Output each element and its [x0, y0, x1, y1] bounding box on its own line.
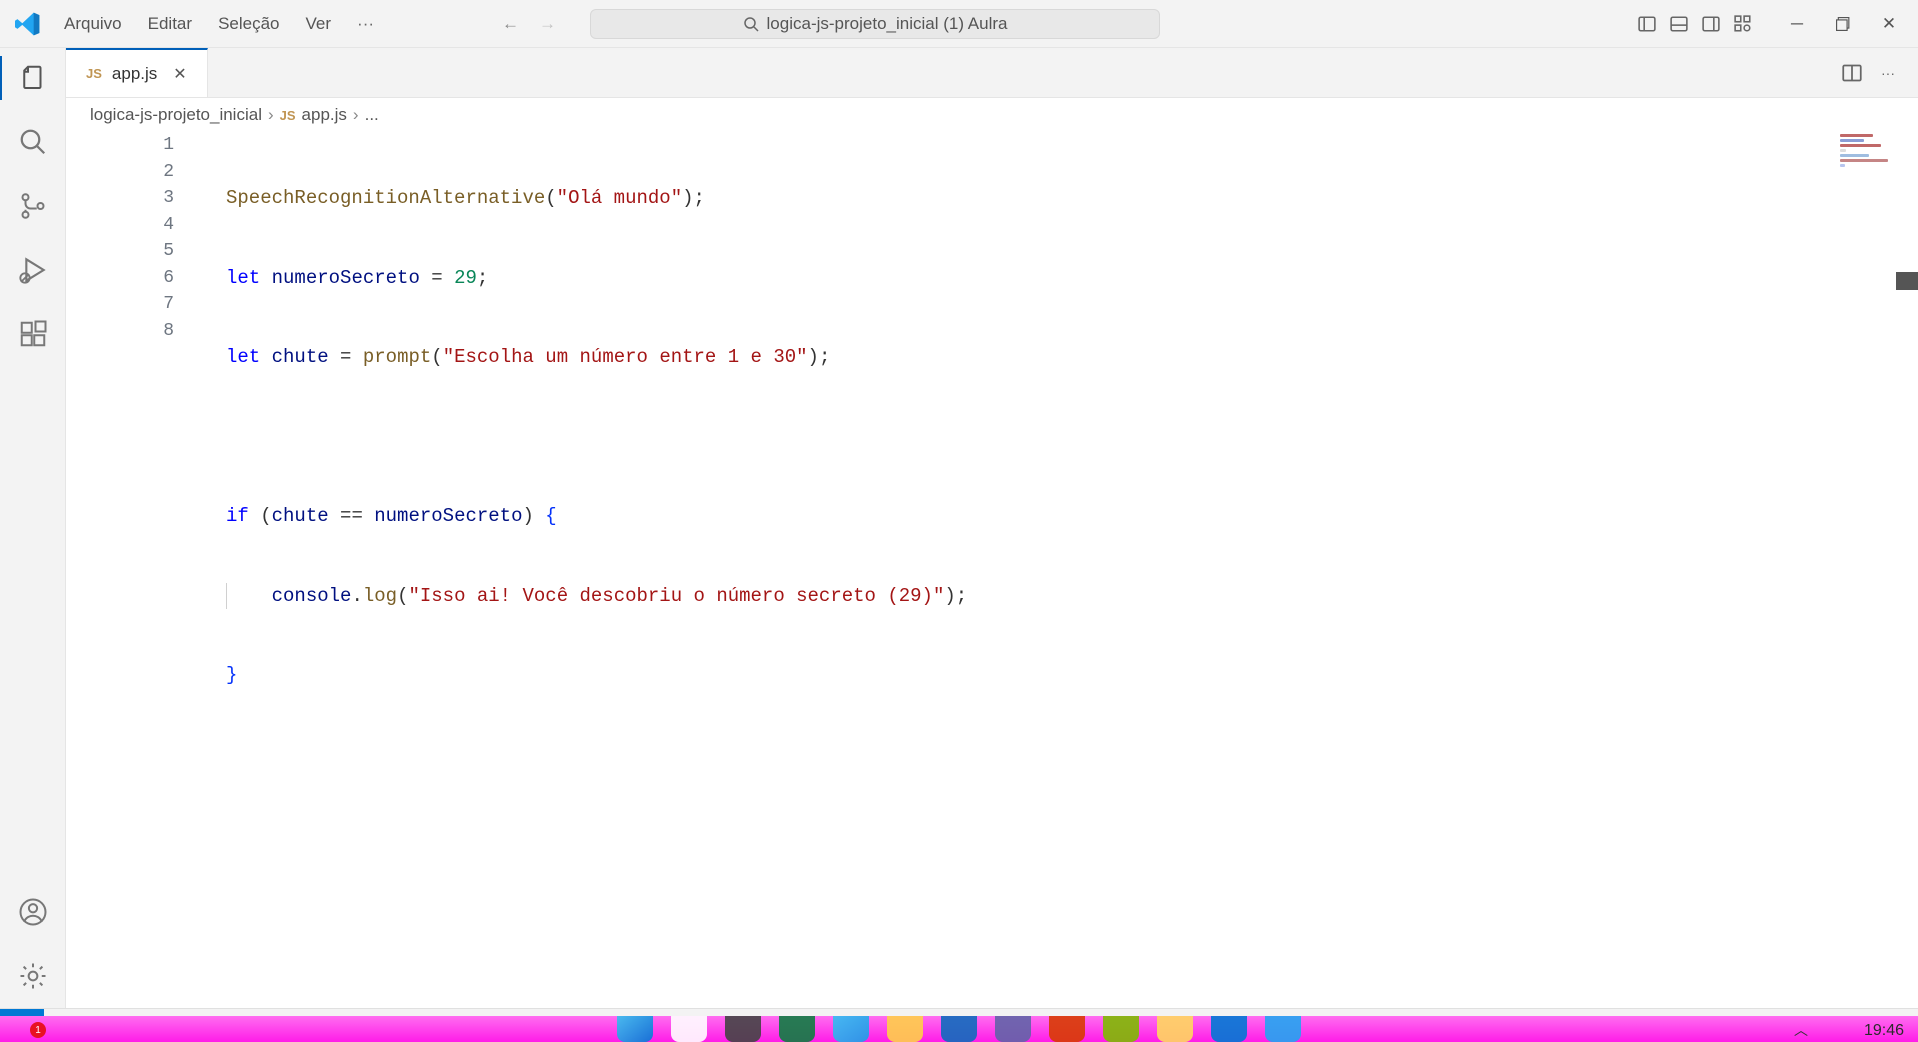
line-number: 5: [66, 238, 174, 265]
run-debug-icon[interactable]: [15, 252, 51, 288]
code-editor[interactable]: 1 2 3 4 5 6 7 8 SpeechRecognitionAlterna…: [66, 132, 1918, 1008]
cursor-line-highlight: [208, 742, 1798, 769]
accounts-icon[interactable]: [15, 894, 51, 930]
taskbar-app-icon[interactable]: [1211, 1016, 1247, 1042]
taskbar-app-icon[interactable]: [995, 1016, 1031, 1042]
js-file-icon: JS: [86, 66, 102, 81]
line-number: 1: [66, 132, 174, 159]
window-close-icon[interactable]: ✕: [1866, 4, 1912, 44]
toggle-sidebar-left-icon[interactable]: [1634, 11, 1660, 37]
taskbar-app-icon[interactable]: [779, 1016, 815, 1042]
code-content[interactable]: SpeechRecognitionAlternative("Olá mundo"…: [226, 132, 1798, 1008]
menu-view[interactable]: Ver: [296, 10, 342, 38]
command-center-search[interactable]: logica-js-projeto_inicial (1) Aulra: [590, 9, 1160, 39]
code-line: let numeroSecreto = 29;: [226, 265, 1798, 292]
more-actions-icon[interactable]: ···: [1876, 61, 1900, 85]
toggle-sidebar-right-icon[interactable]: [1698, 11, 1724, 37]
settings-gear-icon[interactable]: [15, 958, 51, 994]
breadcrumb-file[interactable]: app.js: [302, 105, 347, 125]
code-line: if (chute == numeroSecreto) {: [226, 503, 1798, 530]
search-icon: [743, 16, 759, 32]
minimap[interactable]: [1840, 134, 1900, 174]
taskbar-app-icon[interactable]: [1049, 1016, 1085, 1042]
toggle-panel-icon[interactable]: [1666, 11, 1692, 37]
breadcrumb[interactable]: logica-js-projeto_inicial › JS app.js › …: [66, 98, 1918, 132]
breadcrumb-folder[interactable]: logica-js-projeto_inicial: [90, 105, 262, 125]
menu-bar: Arquivo Editar Seleção Ver ···: [54, 10, 384, 38]
vscode-logo-icon: [12, 8, 44, 40]
line-number: 8: [66, 318, 174, 345]
taskbar-app-icon[interactable]: [941, 1016, 977, 1042]
overview-ruler-mark: [1896, 272, 1918, 290]
taskbar-app-icon[interactable]: [671, 1016, 707, 1042]
taskbar-app-icon[interactable]: [617, 1016, 653, 1042]
taskbar-app-icon[interactable]: [833, 1016, 869, 1042]
chevron-up-icon[interactable]: ︿: [1794, 1020, 1808, 1040]
menu-select[interactable]: Seleção: [208, 10, 289, 38]
window-maximize-icon[interactable]: [1820, 4, 1866, 44]
line-number: 7: [66, 291, 174, 318]
line-number: 2: [66, 159, 174, 186]
code-line: }: [226, 662, 1798, 689]
menu-file[interactable]: Arquivo: [54, 10, 132, 38]
line-number: 6: [66, 265, 174, 292]
taskbar-badge: 1: [30, 1022, 46, 1038]
code-line: [226, 742, 1798, 769]
menu-edit[interactable]: Editar: [138, 10, 202, 38]
editor-tabs: JS app.js ✕ ···: [66, 48, 1918, 98]
code-line: let chute = prompt("Escolha um número en…: [226, 344, 1798, 371]
tab-label: app.js: [112, 64, 157, 84]
code-line: SpeechRecognitionAlternative("Olá mundo"…: [226, 185, 1798, 212]
breadcrumb-trail[interactable]: ...: [365, 105, 379, 125]
line-number: 4: [66, 212, 174, 239]
tab-close-icon[interactable]: ✕: [173, 64, 186, 84]
tab-actions: ···: [1840, 48, 1918, 97]
chevron-right-icon: ›: [353, 105, 359, 125]
js-file-icon: JS: [280, 108, 296, 123]
nav-history: ← →: [494, 10, 564, 38]
nav-forward-icon[interactable]: →: [531, 10, 564, 38]
split-editor-icon[interactable]: [1840, 61, 1864, 85]
taskbar-clock[interactable]: 19:46: [1864, 1022, 1904, 1040]
source-control-icon[interactable]: [15, 188, 51, 224]
activity-bar: [0, 48, 66, 1008]
window-controls: ─ ✕: [1774, 4, 1912, 44]
chevron-right-icon: ›: [268, 105, 274, 125]
extensions-icon[interactable]: [15, 316, 51, 352]
taskbar-tray[interactable]: ︿: [1794, 1020, 1808, 1040]
search-activity-icon[interactable]: [15, 124, 51, 160]
customize-layout-icon[interactable]: [1730, 11, 1756, 37]
taskbar-app-icon[interactable]: [1103, 1016, 1139, 1042]
explorer-icon[interactable]: [15, 60, 51, 96]
line-number: 3: [66, 185, 174, 212]
line-number-gutter: 1 2 3 4 5 6 7 8: [66, 132, 206, 1008]
taskbar-app-icon[interactable]: [1157, 1016, 1193, 1042]
layout-controls: [1634, 11, 1756, 37]
titlebar: Arquivo Editar Seleção Ver ··· ← → logic…: [0, 0, 1918, 48]
taskbar-app-icon[interactable]: [725, 1016, 761, 1042]
menu-more-icon[interactable]: ···: [347, 10, 384, 38]
nav-back-icon[interactable]: ←: [494, 10, 527, 38]
code-line: [226, 424, 1798, 451]
window-minimize-icon[interactable]: ─: [1774, 4, 1820, 44]
search-text: logica-js-projeto_inicial (1) Aulra: [767, 14, 1008, 34]
code-line: console.log("Isso ai! Você descobriu o n…: [226, 583, 1798, 610]
windows-taskbar[interactable]: 1 ︿ 19:46: [0, 1016, 1918, 1042]
tab-app-js[interactable]: JS app.js ✕: [66, 48, 208, 97]
taskbar-app-icon[interactable]: [887, 1016, 923, 1042]
taskbar-app-icon[interactable]: [1265, 1016, 1301, 1042]
